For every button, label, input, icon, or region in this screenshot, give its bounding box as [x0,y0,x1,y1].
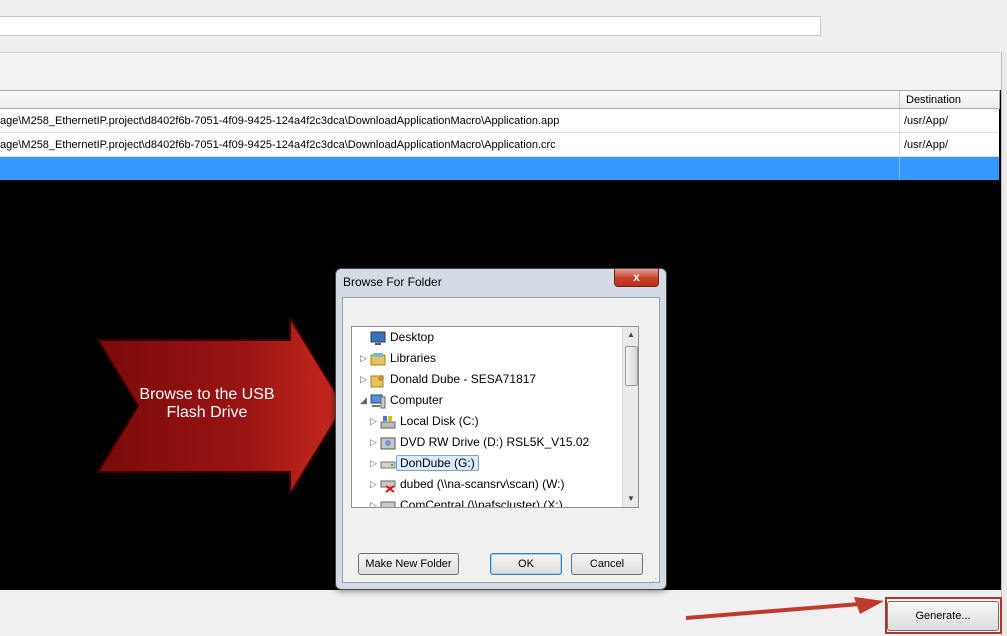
tree-item-label: DVD RW Drive (D:) RSL5K_V15.02 [400,435,590,449]
tree-item-label: Computer [390,393,443,407]
network-drive-icon [380,498,396,507]
table-row-new[interactable] [0,157,999,180]
desktop-icon [370,330,386,346]
column-header-destination[interactable]: Destination [899,91,1000,108]
browse-folder-dialog: Browse For Folder x Desktop ▷ Libraries … [335,268,667,590]
collapse-icon[interactable]: ◢ [360,395,370,405]
destination-cell[interactable]: /usr/App/ [899,109,1000,132]
expand-icon[interactable]: ▷ [370,458,380,468]
user-folder-icon [370,372,386,388]
destination-value: /usr/App/ [904,115,949,127]
dialog-title: Browse For Folder [343,275,442,289]
expand-icon[interactable]: ▷ [370,500,380,507]
folder-tree[interactable]: Desktop ▷ Libraries ▷ Donald Dube - SESA… [351,326,639,508]
expand-icon[interactable]: ▷ [360,353,370,363]
computer-icon [370,393,386,409]
make-new-folder-button[interactable]: Make New Folder [358,553,459,575]
tree-item-label: Desktop [390,330,435,344]
close-button[interactable]: x [614,269,659,287]
expand-icon[interactable]: ▷ [370,416,380,426]
tree-item-label: Libraries [390,351,437,365]
path-field[interactable] [0,16,821,36]
grid-header: Destination [0,90,1000,109]
expand-icon[interactable]: ▷ [360,374,370,384]
ok-button[interactable]: OK [490,553,562,575]
dvd-drive-icon [380,435,396,451]
column-header-label: Destination [906,94,962,106]
network-drive-disconnected-icon [380,477,396,493]
scroll-down-icon[interactable]: ▼ [623,491,638,507]
table-row[interactable]: age\M258_EthernetIP.project\d8402f6b-705… [0,133,999,157]
tree-item-label: dubed (\\na-scansrv\scan) (W:) [400,477,565,491]
libraries-icon [370,351,386,367]
table-row[interactable]: age\M258_EthernetIP.project\d8402f6b-705… [0,109,999,133]
destination-value: /usr/App/ [904,139,949,151]
generate-pointer-arrow [685,597,884,620]
tree-scrollbar[interactable]: ▲ ▼ [622,327,638,507]
toolbar-strip [0,53,1002,90]
scroll-up-icon[interactable]: ▲ [623,327,638,343]
resize-grip-icon[interactable]: ⋰ [649,577,659,587]
scroll-thumb[interactable] [625,346,638,386]
generate-button[interactable]: Generate... [887,601,999,631]
expand-icon[interactable]: ▷ [370,479,380,489]
tree-item-label: DonDube (G:) [396,455,479,471]
usb-drive-icon [380,456,396,472]
source-cell: age\M258_EthernetIP.project\d8402f6b-705… [0,115,560,127]
local-disk-icon [380,414,396,430]
destination-cell[interactable]: /usr/App/ [899,133,1000,156]
expand-icon[interactable]: ▷ [370,437,380,447]
source-cell: age\M258_EthernetIP.project\d8402f6b-705… [0,139,556,151]
tree-item-label: Donald Dube - SESA71817 [390,372,537,386]
window-edge [1001,52,1007,636]
cancel-button[interactable]: Cancel [571,553,643,575]
callout-text: Browse to the USB Flash Drive [139,386,275,421]
tree-item-label: ComCentral (\\nafscluster) (X:) [400,498,563,508]
destination-cell[interactable] [899,157,1000,180]
tree-item-label: Local Disk (C:) [400,414,479,428]
